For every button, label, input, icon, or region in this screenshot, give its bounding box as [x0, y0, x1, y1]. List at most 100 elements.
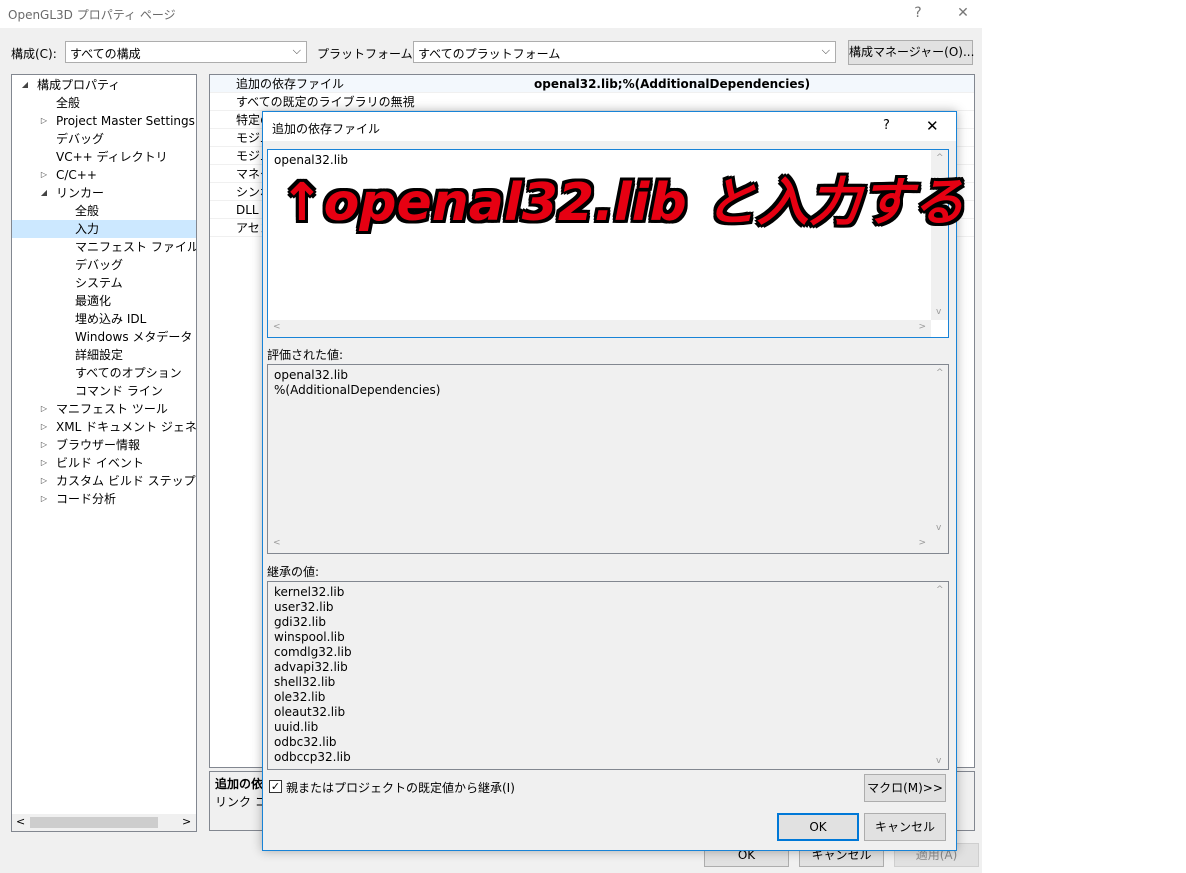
tree-item[interactable]: 埋め込み IDL	[12, 310, 196, 328]
scroll-left-icon[interactable]: <	[16, 815, 25, 828]
expand-icon[interactable]: ▷	[39, 400, 49, 418]
tree-item[interactable]: 詳細設定	[12, 346, 196, 364]
help-icon[interactable]: ?	[883, 118, 890, 133]
close-icon[interactable]: ✕	[926, 117, 939, 135]
tree-item[interactable]: ▷ Project Master Settings	[12, 112, 196, 130]
scroll-up-icon[interactable]: ^	[936, 585, 944, 595]
inherited-vscrollbar[interactable]: ^ v	[931, 582, 948, 769]
tree-item[interactable]: 入力	[12, 220, 196, 238]
instruction-annotation: ↑openal32.lib と入力する	[280, 173, 965, 233]
inherited-value-box: kernel32.lib user32.lib gdi32.lib winspool.…	[267, 581, 949, 770]
evaluated-value-box: openal32.lib %(AdditionalDependencies) ^ …	[267, 364, 949, 554]
tree-item[interactable]: マニフェスト ファイル	[12, 238, 196, 256]
evaluated-line: openal32.lib	[274, 368, 349, 382]
tree-item-label: デバッグ	[75, 258, 124, 272]
tree-item[interactable]: ▷ ブラウザー情報	[12, 436, 196, 454]
chevron-down-icon: ⌵	[821, 44, 830, 57]
tree-item[interactable]: システム	[12, 274, 196, 292]
grid-row[interactable]: 追加の依存ファイル openal32.lib;%(AdditionalDepend…	[210, 75, 974, 93]
scroll-thumb[interactable]	[30, 817, 158, 828]
config-manager-button[interactable]: 構成マネージャー(O)...	[848, 40, 974, 65]
scroll-right-icon[interactable]: >	[918, 538, 926, 548]
scroll-down-icon[interactable]: v	[936, 523, 941, 533]
tree-item[interactable]: ▷ コード分析	[12, 490, 196, 508]
tree-item-label: カスタム ビルド ステップ	[56, 474, 196, 488]
tree-item[interactable]: ▷ カスタム ビルド ステップ	[12, 472, 196, 490]
tree-item[interactable]: すべてのオプション	[12, 364, 196, 382]
expand-icon[interactable]: ▷	[39, 454, 49, 472]
tree-item[interactable]: ◢ リンカー	[12, 184, 196, 202]
tree-item-label: C/C++	[56, 168, 97, 182]
evaluated-vscrollbar[interactable]: ^ v	[931, 365, 948, 536]
grid-row[interactable]: すべての既定のライブラリの無視	[210, 93, 974, 111]
tree-item[interactable]: ◢ 構成プロパティ	[12, 76, 196, 94]
collapse-icon[interactable]: ◢	[39, 184, 49, 202]
expand-icon[interactable]: ▷	[39, 490, 49, 508]
input-hscrollbar[interactable]: < >	[268, 320, 931, 337]
tree-item[interactable]: デバッグ	[12, 256, 196, 274]
tree-item-label: すべてのオプション	[75, 366, 182, 380]
inherit-checkbox-label[interactable]: 親またはプロジェクトの既定値から継承(I)	[286, 779, 515, 796]
tree-item-label: XML ドキュメント ジェネレーター	[56, 420, 197, 434]
tree-item-label: ビルド イベント	[56, 456, 144, 470]
platform-dropdown[interactable]: すべてのプラットフォーム ⌵	[413, 41, 836, 63]
property-value: openal32.lib;%(AdditionalDependencies)	[534, 77, 811, 91]
tree-item[interactable]: 全般	[12, 94, 196, 112]
expand-icon[interactable]: ▷	[39, 472, 49, 490]
tree-item-label: リンカー	[56, 186, 105, 200]
inherited-line: shell32.lib	[274, 675, 336, 689]
inherited-line: user32.lib	[274, 600, 334, 614]
scroll-up-icon[interactable]: ^	[936, 368, 944, 378]
tree-item-label: VC++ ディレクトリ	[56, 150, 168, 164]
tree-item[interactable]: デバッグ	[12, 130, 196, 148]
tree-hscrollbar[interactable]: < >	[12, 814, 196, 831]
tree-item[interactable]: 全般	[12, 202, 196, 220]
scroll-left-icon[interactable]: <	[273, 322, 281, 332]
tree-item-label: ブラウザー情報	[56, 438, 141, 452]
evaluated-line: %(AdditionalDependencies)	[274, 383, 441, 397]
tree-item-label: コード分析	[56, 492, 117, 506]
inherited-line: gdi32.lib	[274, 615, 326, 629]
tree-item[interactable]: ▷ ビルド イベント	[12, 454, 196, 472]
scroll-left-icon[interactable]: <	[273, 538, 281, 548]
inherited-line: oleaut32.lib	[274, 705, 346, 719]
tree-item-label: マニフェスト ファイル	[75, 240, 197, 254]
help-icon[interactable]: ?	[903, 0, 933, 28]
config-dropdown[interactable]: すべての構成 ⌵	[65, 41, 307, 63]
tree-item[interactable]: ▷ C/C++	[12, 166, 196, 184]
tree-item[interactable]: 最適化	[12, 292, 196, 310]
scroll-down-icon[interactable]: v	[936, 756, 941, 766]
macro-button[interactable]: マクロ(M)>>	[864, 774, 946, 802]
expand-icon[interactable]: ▷	[39, 436, 49, 454]
close-icon[interactable]: ✕	[948, 0, 978, 28]
title-bar: OpenGL3D プロパティ ページ ? ✕	[0, 0, 982, 28]
expand-icon[interactable]: ▷	[39, 166, 49, 184]
tree-item-label: デバッグ	[56, 132, 105, 146]
collapse-icon[interactable]: ◢	[20, 76, 30, 94]
expand-icon[interactable]: ▷	[39, 112, 49, 130]
inherited-line: winspool.lib	[274, 630, 345, 644]
tree-item[interactable]: ▷ XML ドキュメント ジェネレーター	[12, 418, 196, 436]
dialog-ok-button[interactable]: OK	[777, 813, 859, 841]
inherited-line: odbccp32.lib	[274, 750, 351, 764]
description-title: 追加の依	[215, 777, 264, 791]
tree-item-label: 全般	[56, 96, 81, 110]
tree-item-label: Project Master Settings	[56, 114, 195, 128]
dialog-cancel-button[interactable]: キャンセル	[864, 813, 946, 841]
tree-item-label: 入力	[75, 222, 100, 236]
expand-icon[interactable]: ▷	[39, 418, 49, 436]
inherited-line: uuid.lib	[274, 720, 319, 734]
inherited-line: comdlg32.lib	[274, 645, 352, 659]
tree-item[interactable]: ▷ マニフェスト ツール	[12, 400, 196, 418]
tree-item[interactable]: Windows メタデータ	[12, 328, 196, 346]
scroll-right-icon[interactable]: >	[182, 815, 191, 828]
scroll-down-icon[interactable]: v	[936, 307, 941, 317]
tree-item-label: システム	[75, 276, 123, 290]
evaluated-hscrollbar[interactable]: < >	[268, 536, 931, 553]
tree-item[interactable]: コマンド ライン	[12, 382, 196, 400]
tree-item[interactable]: VC++ ディレクトリ	[12, 148, 196, 166]
scroll-right-icon[interactable]: >	[918, 322, 926, 332]
inherit-checkbox[interactable]: ✓	[269, 780, 282, 793]
inherited-label: 継承の値:	[267, 565, 320, 579]
config-label: 構成(C):	[11, 47, 57, 61]
